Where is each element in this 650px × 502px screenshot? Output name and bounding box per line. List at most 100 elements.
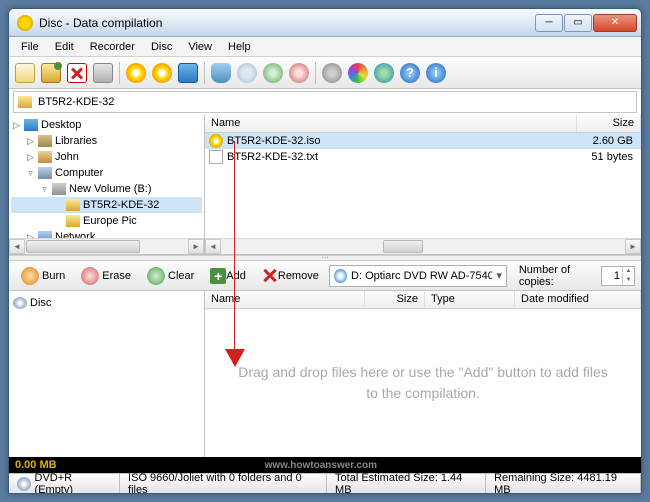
- folder-tree[interactable]: ▷ Desktop ▷ Libraries ▷ John ▿Computer▿New Vol…: [9, 115, 205, 254]
- burn-icon: [21, 267, 39, 285]
- tree-item[interactable]: BT5R2-KDE-32: [11, 197, 202, 213]
- horizontal-splitter[interactable]: [9, 255, 641, 261]
- add-button[interactable]: Add: [204, 264, 252, 288]
- drive-icon: [334, 269, 347, 283]
- node-icon: [24, 119, 38, 131]
- col-name[interactable]: Name: [205, 115, 577, 132]
- delete-button[interactable]: [65, 61, 89, 85]
- expand-icon[interactable]: ▿: [25, 168, 36, 179]
- file-row[interactable]: BT5R2-KDE-32.txt51 bytes: [205, 149, 641, 165]
- main-window: Disc - Data compilation ─ ▭ ✕ File Edit …: [8, 8, 642, 494]
- help-icon: ?: [400, 63, 420, 83]
- themes-button[interactable]: [346, 61, 370, 85]
- open-button[interactable]: [39, 61, 63, 85]
- tree-item[interactable]: ▿Computer: [11, 165, 202, 181]
- expand-icon[interactable]: ▿: [39, 184, 50, 195]
- disc-icon: [126, 63, 146, 83]
- print-icon: [93, 63, 113, 83]
- col-date[interactable]: Date modified: [515, 291, 641, 308]
- menu-file[interactable]: File: [13, 39, 47, 55]
- print-button[interactable]: [91, 61, 115, 85]
- remove-icon: [262, 268, 278, 284]
- drop-zone[interactable]: Drag and drop files here or use the "Add…: [205, 309, 641, 457]
- new-button[interactable]: [13, 61, 37, 85]
- drive-label: D: Optiarc DVD RW AD-7540A: [351, 270, 492, 282]
- burn-button[interactable]: Burn: [15, 264, 71, 288]
- burn-disc-button[interactable]: [124, 61, 148, 85]
- convert-button[interactable]: [261, 61, 285, 85]
- command-bar: Burn Erase Clear Add Remove D: Optiarc D…: [9, 261, 641, 291]
- file-icon: [209, 134, 223, 148]
- file-scrollbar[interactable]: ◄►: [205, 238, 641, 254]
- node-label: Libraries: [55, 135, 97, 147]
- size-value: 0.00 MB: [15, 459, 57, 471]
- col-name[interactable]: Name: [205, 291, 365, 308]
- tree-item[interactable]: Europe Pic: [11, 213, 202, 229]
- col-size[interactable]: Size: [577, 115, 641, 132]
- erase-button[interactable]: Erase: [75, 264, 137, 288]
- expand-icon[interactable]: ▷: [11, 120, 22, 131]
- maximize-button[interactable]: ▭: [564, 14, 592, 32]
- node-icon: [38, 151, 52, 163]
- copy-disc-button[interactable]: [150, 61, 174, 85]
- spin-up[interactable]: ▲: [622, 267, 634, 276]
- erase-icon: [81, 267, 99, 285]
- plus-icon: [210, 268, 226, 284]
- disc-icon: [13, 297, 27, 309]
- remove-button[interactable]: Remove: [256, 264, 325, 288]
- status-filesystem: ISO 9660/Joliet with 0 folders and 0 fil…: [120, 474, 327, 493]
- tree-item[interactable]: ▷ Libraries: [11, 133, 202, 149]
- col-size[interactable]: Size: [365, 291, 425, 308]
- erase-icon: [289, 63, 309, 83]
- open-icon: [41, 63, 61, 83]
- minimize-button[interactable]: ─: [535, 14, 563, 32]
- menu-edit[interactable]: Edit: [47, 39, 82, 55]
- node-icon: [38, 231, 52, 238]
- tree-item[interactable]: ▷ John: [11, 149, 202, 165]
- copies-input[interactable]: [602, 270, 622, 282]
- file-list: Name Size BT5R2-KDE-32.iso2.60 GBBT5R2-K…: [205, 115, 641, 254]
- file-size: 51 bytes: [581, 151, 641, 163]
- breadcrumb[interactable]: BT5R2-KDE-32: [13, 91, 637, 113]
- close-button[interactable]: ✕: [593, 14, 637, 32]
- history-button[interactable]: [235, 61, 259, 85]
- expand-icon[interactable]: [53, 200, 64, 211]
- separator: [315, 62, 316, 84]
- separator: [119, 62, 120, 84]
- settings-button[interactable]: [320, 61, 344, 85]
- titlebar[interactable]: Disc - Data compilation ─ ▭ ✕: [9, 9, 641, 37]
- expand-icon[interactable]: [53, 216, 64, 227]
- file-name: BT5R2-KDE-32.txt: [227, 151, 581, 163]
- compilation-tree[interactable]: Disc: [9, 291, 205, 457]
- file-row[interactable]: BT5R2-KDE-32.iso2.60 GB: [205, 133, 641, 149]
- menu-view[interactable]: View: [180, 39, 220, 55]
- tree-item[interactable]: ▷Network: [11, 229, 202, 238]
- web-button[interactable]: [372, 61, 396, 85]
- save-button[interactable]: [176, 61, 200, 85]
- menu-recorder[interactable]: Recorder: [82, 39, 143, 55]
- expand-icon[interactable]: ▷: [25, 136, 36, 147]
- drive-selector[interactable]: D: Optiarc DVD RW AD-7540A ▾: [329, 265, 507, 287]
- col-type[interactable]: Type: [425, 291, 515, 308]
- menu-disc[interactable]: Disc: [143, 39, 180, 55]
- node-label: Desktop: [41, 119, 81, 131]
- spin-down[interactable]: ▼: [622, 276, 634, 285]
- copies-stepper[interactable]: ▲▼: [601, 266, 635, 286]
- tree-scrollbar[interactable]: ◄►: [9, 238, 204, 254]
- separator: [204, 62, 205, 84]
- erase-disc-button[interactable]: [287, 61, 311, 85]
- help-button[interactable]: ?: [398, 61, 422, 85]
- app-icon: [17, 15, 33, 31]
- menu-help[interactable]: Help: [220, 39, 259, 55]
- expand-icon[interactable]: ▷: [25, 152, 36, 163]
- database-button[interactable]: [209, 61, 233, 85]
- about-button[interactable]: i: [424, 61, 448, 85]
- compilation-header[interactable]: Name Size Type Date modified: [205, 291, 641, 309]
- clear-button[interactable]: Clear: [141, 264, 200, 288]
- tree-item[interactable]: ▿New Volume (B:): [11, 181, 202, 197]
- disc-root[interactable]: Disc: [13, 295, 200, 311]
- tree-item[interactable]: ▷ Desktop: [11, 117, 202, 133]
- node-label: John: [55, 151, 79, 163]
- disc-copy-icon: [152, 63, 172, 83]
- file-list-header[interactable]: Name Size: [205, 115, 641, 133]
